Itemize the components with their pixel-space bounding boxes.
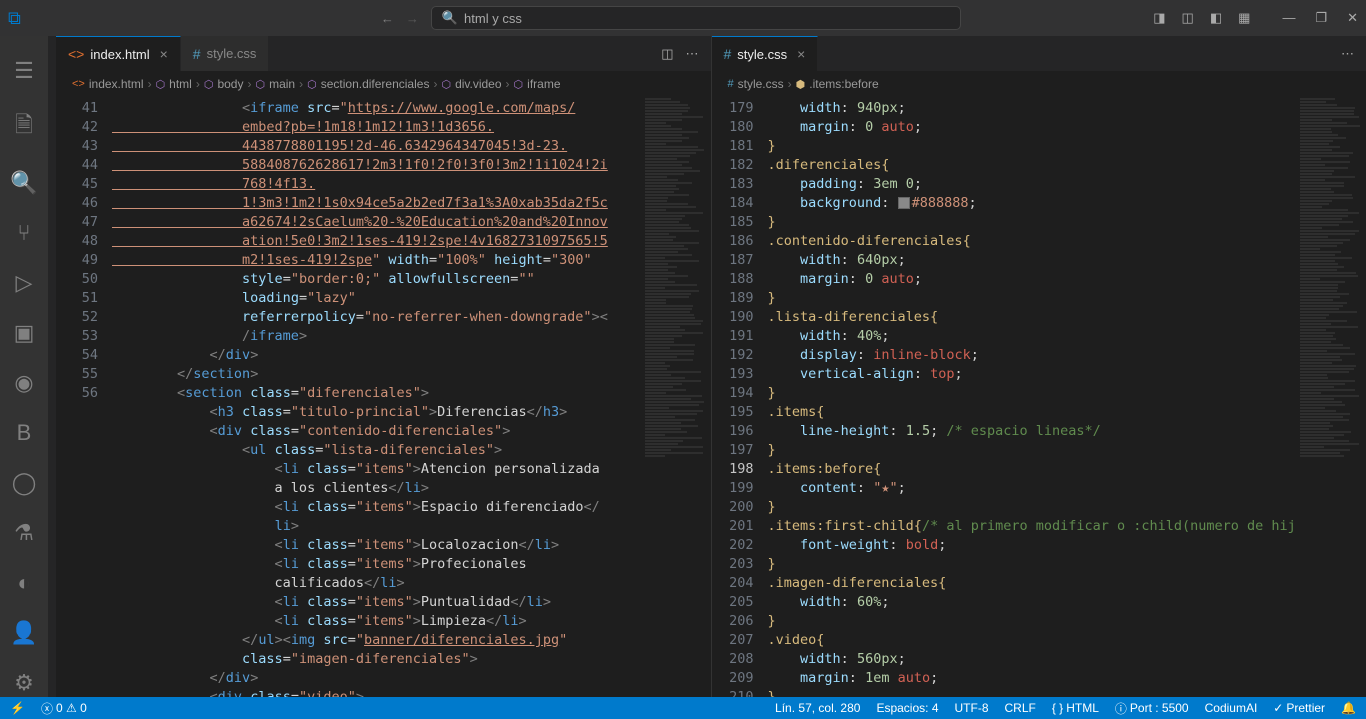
other-icon[interactable]: ◐ [17,558,30,608]
main-area: ☰ 🗎 🔍 ⑂ ▷ ▣ ◉ B ◯ ⚗ ◐ 👤 ⚙ <> index.html … [0,36,1366,697]
layout-customize-icon[interactable]: ▦ [1238,10,1250,26]
tab-style-css[interactable]: # style.css [181,36,270,71]
edge-icon[interactable]: ◉ [14,358,33,408]
editor-body-left[interactable]: 41424344454647484950515253545556 <iframe… [56,97,711,697]
window-controls: — ❐ ✕ [1282,10,1358,26]
tab-actions-left: ◫ ⋯ [649,36,710,71]
indentation[interactable]: Espacios: 4 [876,701,938,715]
tab-label: style.css [737,47,787,62]
statusbar-right: Lín. 57, col. 280 Espacios: 4 UTF-8 CRLF… [775,700,1356,717]
tab-index-html[interactable]: <> index.html × [56,36,181,71]
menu-button[interactable]: ☰ [14,46,34,96]
gutter-right: 1791801811821831841851861871881891901911… [712,97,768,697]
forward-button[interactable]: → [406,11,419,26]
more-actions-icon[interactable]: ⋯ [1341,46,1354,62]
minimap-right[interactable] [1296,97,1366,697]
editor-region: <> index.html × # style.css ◫ ⋯ <> index… [56,36,1366,697]
maximize-button[interactable]: ❐ [1315,10,1327,26]
layout-left-icon[interactable]: ◨ [1153,10,1165,26]
prettier[interactable]: ✓ Prettier [1273,701,1325,715]
extensions-icon[interactable]: ▣ [14,308,35,358]
search-icon[interactable]: 🔍 [10,158,37,208]
css-file-icon: # [724,46,732,62]
activity-bar: ☰ 🗎 🔍 ⑂ ▷ ▣ ◉ B ◯ ⚗ ◐ 👤 ⚙ [0,36,48,697]
status-bar: ⚡ ⓧ 0 ⚠ 0 Lín. 57, col. 280 Espacios: 4 … [0,697,1366,719]
close-icon[interactable]: × [797,46,805,62]
eol[interactable]: CRLF [1005,701,1036,715]
back-button[interactable]: ← [381,11,394,26]
minimap-left[interactable] [641,97,711,697]
editor-group-right: # style.css × ⋯ # style.css › ⬢ .items:b… [711,36,1366,697]
encoding[interactable]: UTF-8 [955,701,989,715]
statusbar-left: ⚡ ⓧ 0 ⚠ 0 [10,700,87,717]
tab-label: index.html [90,47,149,62]
tabs-bar-left: <> index.html × # style.css ◫ ⋯ [56,36,711,71]
sidebar-sash[interactable] [48,36,56,697]
cursor-position[interactable]: Lín. 57, col. 280 [775,701,860,715]
titlebar-right: ◨ ◫ ◧ ▦ — ❐ ✕ [1153,10,1358,26]
more-actions-icon[interactable]: ⋯ [686,46,699,62]
tabs-bar-right: # style.css × ⋯ [712,36,1366,71]
code-right[interactable]: width: 940px; margin: 0 auto; } .diferen… [768,97,1297,697]
codiumai[interactable]: CodiumAI [1205,701,1258,715]
html-file-icon: <> [68,46,84,62]
breadcrumb-right[interactable]: # style.css › ⬢ .items:before [712,71,1366,97]
close-window-button[interactable]: ✕ [1347,10,1358,26]
explorer-icon[interactable]: 🗎 [15,96,33,158]
github-icon[interactable]: ◯ [12,458,37,508]
gutter-left: 41424344454647484950515253545556 [56,97,112,697]
testing-icon[interactable]: ⚗ [14,508,34,558]
title-bar: ⧉ ← → 🔍 html y css ◨ ◫ ◧ ▦ — ❐ ✕ [0,0,1366,36]
layout-right-icon[interactable]: ◧ [1210,10,1222,26]
nav-arrows: ← → [381,11,419,26]
css-file-icon: # [193,46,201,62]
live-server[interactable]: ⓘ Port : 5500 [1115,700,1189,717]
source-control-icon[interactable]: ⑂ [17,208,30,258]
tab-label: style.css [207,46,257,61]
notifications-bell[interactable]: 🔔 [1341,701,1356,715]
minimize-button[interactable]: — [1282,10,1295,26]
problems-indicator[interactable]: ⓧ 0 ⚠ 0 [41,700,87,717]
breadcrumb-left[interactable]: <> index.html › ⬡ html › ⬡ body › ⬡ main… [56,71,711,97]
split-editor-icon[interactable]: ◫ [661,46,673,62]
run-debug-icon[interactable]: ▷ [16,258,33,308]
close-icon[interactable]: × [160,46,168,62]
tab-actions-right: ⋯ [1329,36,1366,71]
vscode-icon: ⧉ [8,8,21,29]
command-center[interactable]: 🔍 html y css [431,6,961,30]
language-mode[interactable]: { } HTML [1052,701,1099,715]
search-icon: 🔍 [442,10,458,26]
tab-style-css-right[interactable]: # style.css × [712,36,819,71]
titlebar-left: ⧉ [8,8,21,29]
layout-bottom-icon[interactable]: ◫ [1182,10,1194,26]
bold-b-icon[interactable]: B [17,408,32,458]
accounts-icon[interactable]: 👤 [10,608,37,658]
code-left[interactable]: <iframe src="https://www.google.com/maps… [112,97,641,697]
editor-body-right[interactable]: 1791801811821831841851861871881891901911… [712,97,1366,697]
editor-group-left: <> index.html × # style.css ◫ ⋯ <> index… [56,36,711,697]
remote-indicator[interactable]: ⚡ [10,701,25,715]
search-text: html y css [464,11,522,26]
